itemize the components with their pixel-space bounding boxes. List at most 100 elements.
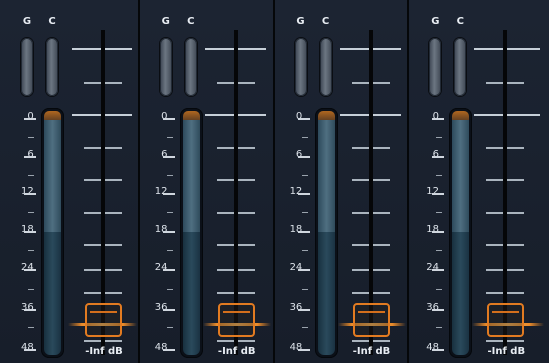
clip-indicator-button[interactable] (454, 38, 467, 96)
scale-tick (24, 156, 36, 158)
channel-strip: G C 0 6 12 18 24 36 48 -Inf dB (139, 0, 275, 363)
level-meter (449, 108, 473, 358)
clip-indicator-button[interactable] (184, 38, 197, 96)
scale-minor-tick (436, 137, 443, 138)
scale-minor-tick (301, 327, 308, 328)
group-label: G (431, 16, 440, 27)
scale-label-36: 36 (426, 302, 440, 313)
group-button[interactable] (21, 38, 33, 96)
scale-label-18: 18 (289, 224, 303, 235)
scale-label-6: 6 (432, 149, 440, 160)
scale-minor-tick (436, 289, 443, 290)
scale-tick (432, 156, 445, 158)
fader-handle[interactable] (487, 303, 525, 337)
scale-minor-tick (28, 289, 34, 290)
meter-fill-upper (44, 120, 61, 232)
fader-handle[interactable] (217, 303, 255, 337)
scale-tick (162, 309, 175, 311)
group-label: G (161, 16, 170, 27)
scale-minor-tick (28, 212, 34, 213)
scale-minor-tick (436, 212, 443, 213)
group-button[interactable] (294, 38, 307, 96)
scale-label-36: 36 (21, 302, 34, 313)
scale-label-48: 48 (154, 342, 168, 353)
scale-tick (297, 269, 310, 271)
level-meter (314, 108, 338, 358)
channel-strip: G C 0 6 12 18 24 36 48 -Inf dB (0, 0, 140, 363)
scale-label-6: 6 (161, 149, 168, 160)
scale-label-48: 48 (289, 342, 303, 353)
clip-indicator-button[interactable] (319, 38, 332, 96)
scale-label-36: 36 (289, 302, 303, 313)
scale-minor-tick (436, 175, 443, 176)
scale-tick (297, 193, 310, 195)
scale-minor-tick (301, 212, 308, 213)
level-meter (41, 108, 64, 358)
scale-label-24: 24 (154, 262, 168, 273)
group-label: G (22, 16, 32, 27)
clip-label: C (321, 16, 330, 27)
scale-label-0: 0 (161, 111, 168, 122)
scale-minor-tick (28, 327, 34, 328)
level-readout: -Inf dB (487, 346, 526, 357)
scale-tick (162, 269, 175, 271)
scale-minor-tick (436, 327, 443, 328)
clip-indicator-button[interactable] (46, 38, 58, 96)
scale-label-0: 0 (27, 111, 34, 122)
scale-label-6: 6 (27, 149, 34, 160)
scale-tick (24, 269, 36, 271)
scale-tick (297, 349, 310, 351)
scale-tick (297, 156, 310, 158)
scale-minor-tick (28, 250, 34, 251)
channel-strip: G C 0 6 12 18 24 36 48 -Inf dB (409, 0, 549, 363)
scale-minor-tick (28, 175, 34, 176)
scale-tick (162, 193, 175, 195)
scale-tick (162, 231, 175, 233)
scale-tick (24, 309, 36, 311)
scale-tick (162, 156, 175, 158)
scale-tick (432, 349, 445, 351)
scale-tick (24, 231, 36, 233)
meter-fill-upper (452, 120, 470, 232)
scale-tick (162, 118, 175, 120)
scale-minor-tick (166, 212, 173, 213)
scale-minor-tick (166, 327, 173, 328)
scale-minor-tick (301, 289, 308, 290)
scale-minor-tick (301, 137, 308, 138)
scale-minor-tick (301, 250, 308, 251)
level-readout: -Inf dB (352, 346, 391, 357)
fader-handle[interactable] (352, 303, 390, 337)
group-button[interactable] (429, 38, 442, 96)
scale-label-12: 12 (426, 186, 440, 197)
meter-fill-lower (44, 232, 61, 355)
level-readout: -Inf dB (217, 346, 256, 357)
fader-mark (474, 114, 541, 116)
scale-label-48: 48 (21, 342, 34, 353)
scale-label-0: 0 (432, 111, 440, 122)
scale-tick (297, 309, 310, 311)
scale-label-24: 24 (426, 262, 440, 273)
scale-label-36: 36 (154, 302, 168, 313)
scale-minor-tick (436, 250, 443, 251)
clip-label: C (48, 16, 56, 27)
scale-tick (432, 193, 445, 195)
scale-tick (24, 193, 36, 195)
scale-minor-tick (28, 137, 34, 138)
mixer-panel: G C 0 6 12 18 24 36 48 -Inf dB G C 0 6 1… (0, 0, 549, 363)
scale-minor-tick (166, 137, 173, 138)
scale-label-6: 6 (295, 149, 303, 160)
meter-fill-lower (452, 232, 470, 355)
scale-label-12: 12 (21, 186, 34, 197)
scale-label-48: 48 (426, 342, 440, 353)
scale-label-24: 24 (289, 262, 303, 273)
group-button[interactable] (159, 38, 172, 96)
meter-fill-upper (182, 120, 200, 232)
fader-handle[interactable] (85, 303, 122, 337)
fader-unity-mark (474, 48, 541, 50)
group-label: G (296, 16, 305, 27)
scale-tick (432, 309, 445, 311)
clip-label: C (187, 16, 195, 27)
meter-fill-lower (317, 232, 335, 355)
scale-tick (432, 269, 445, 271)
channel-strip: G C 0 6 12 18 24 36 48 -Inf dB (274, 0, 410, 363)
